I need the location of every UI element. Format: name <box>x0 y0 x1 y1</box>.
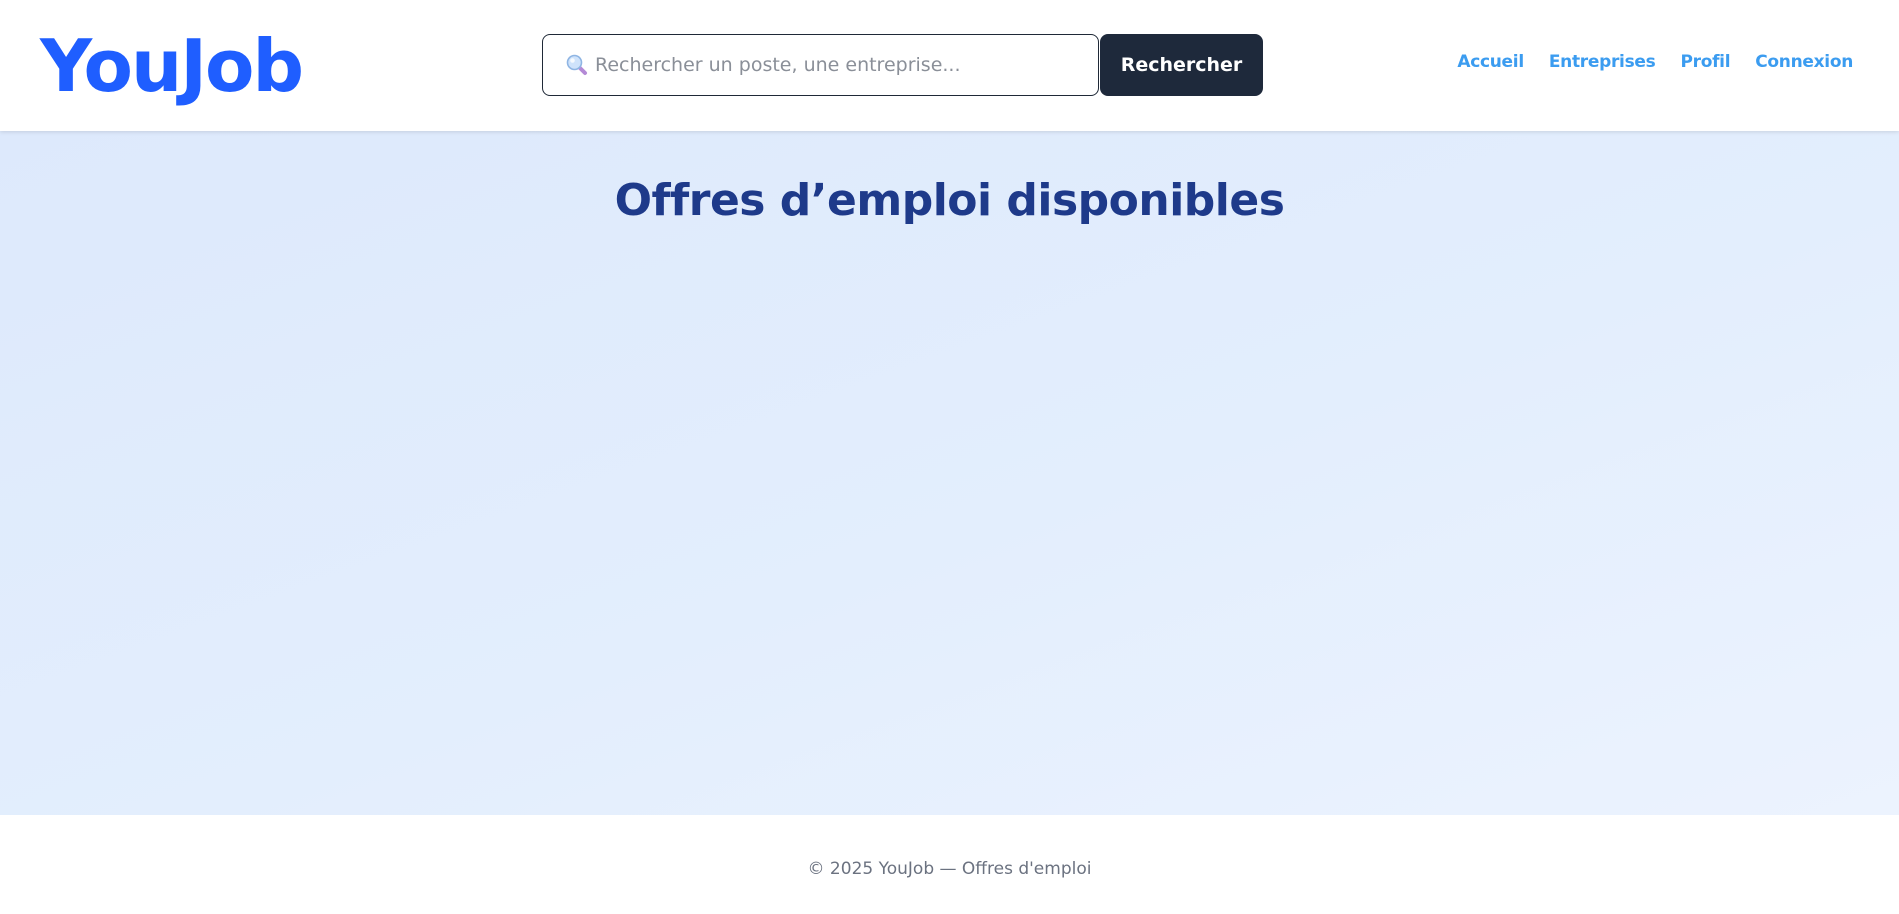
search-button[interactable]: Rechercher <box>1100 34 1263 96</box>
search-box[interactable] <box>542 34 1099 96</box>
main-nav: Accueil Entreprises Profil Connexion <box>1457 52 1853 72</box>
job-listings-section: Offres d’emploi disponibles <box>0 131 1899 815</box>
footer-copyright: © 2025 YouJob — Offres d'emploi <box>807 859 1092 879</box>
page-title: Offres d’emploi disponibles <box>614 175 1285 226</box>
site-footer: © 2025 YouJob — Offres d'emploi <box>0 815 1899 914</box>
search-input[interactable] <box>593 45 1098 85</box>
nav-link-connexion[interactable]: Connexion <box>1755 52 1853 72</box>
search-icon <box>565 53 589 77</box>
logo[interactable]: YouJob <box>40 22 304 110</box>
nav-link-profil[interactable]: Profil <box>1680 52 1730 72</box>
nav-link-accueil[interactable]: Accueil <box>1457 52 1524 72</box>
nav-link-entreprises[interactable]: Entreprises <box>1549 52 1656 72</box>
search-form: Rechercher <box>542 34 1263 96</box>
site-header: YouJob Rechercher Accueil Entreprises Pr… <box>0 0 1899 131</box>
